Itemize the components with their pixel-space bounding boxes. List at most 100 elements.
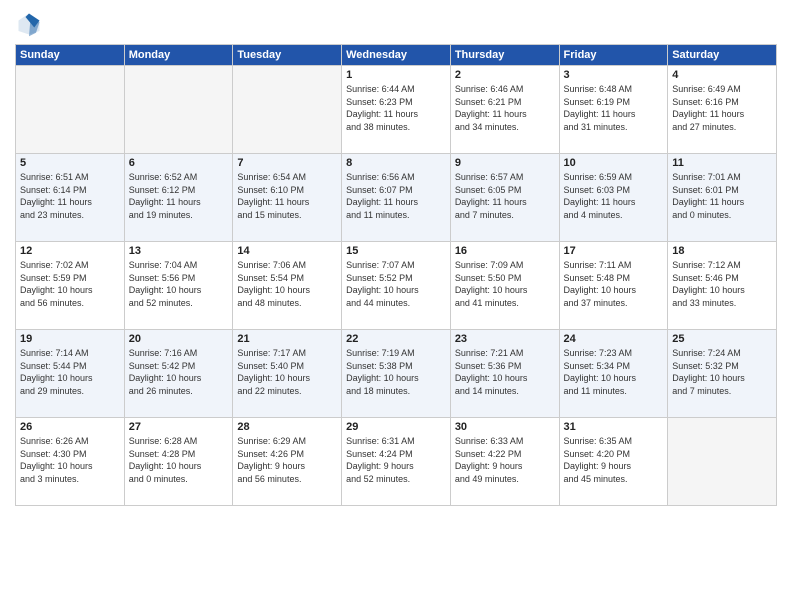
day-info: Sunrise: 6:48 AM Sunset: 6:19 PM Dayligh… [564, 83, 664, 133]
day-info: Sunrise: 6:46 AM Sunset: 6:21 PM Dayligh… [455, 83, 555, 133]
day-info: Sunrise: 7:16 AM Sunset: 5:42 PM Dayligh… [129, 347, 229, 397]
header [15, 10, 777, 38]
calendar: SundayMondayTuesdayWednesdayThursdayFrid… [15, 44, 777, 506]
day-info: Sunrise: 7:04 AM Sunset: 5:56 PM Dayligh… [129, 259, 229, 309]
day-number: 31 [564, 421, 664, 433]
day-cell [124, 66, 233, 154]
day-cell: 11 Sunrise: 7:01 AM Sunset: 6:01 PM Dayli… [668, 154, 777, 242]
day-number: 14 [237, 245, 337, 257]
day-cell: 15 Sunrise: 7:07 AM Sunset: 5:52 PM Dayli… [342, 242, 451, 330]
day-number: 20 [129, 333, 229, 345]
day-number: 13 [129, 245, 229, 257]
day-number: 1 [346, 69, 446, 81]
day-info: Sunrise: 7:02 AM Sunset: 5:59 PM Dayligh… [20, 259, 120, 309]
day-cell: 26 Sunrise: 6:26 AM Sunset: 4:30 PM Dayli… [16, 418, 125, 506]
day-info: Sunrise: 6:56 AM Sunset: 6:07 PM Dayligh… [346, 171, 446, 221]
day-number: 25 [672, 333, 772, 345]
day-number: 15 [346, 245, 446, 257]
day-number: 5 [20, 157, 120, 169]
day-cell: 13 Sunrise: 7:04 AM Sunset: 5:56 PM Dayli… [124, 242, 233, 330]
day-number: 3 [564, 69, 664, 81]
week-row: 19 Sunrise: 7:14 AM Sunset: 5:44 PM Dayli… [16, 330, 777, 418]
day-info: Sunrise: 7:07 AM Sunset: 5:52 PM Dayligh… [346, 259, 446, 309]
day-number: 8 [346, 157, 446, 169]
day-number: 2 [455, 69, 555, 81]
weekday-header: Sunday [16, 45, 125, 66]
day-cell: 31 Sunrise: 6:35 AM Sunset: 4:20 PM Dayli… [559, 418, 668, 506]
day-cell: 21 Sunrise: 7:17 AM Sunset: 5:40 PM Dayli… [233, 330, 342, 418]
day-number: 26 [20, 421, 120, 433]
day-number: 21 [237, 333, 337, 345]
day-cell: 6 Sunrise: 6:52 AM Sunset: 6:12 PM Daylig… [124, 154, 233, 242]
day-info: Sunrise: 7:09 AM Sunset: 5:50 PM Dayligh… [455, 259, 555, 309]
day-info: Sunrise: 6:44 AM Sunset: 6:23 PM Dayligh… [346, 83, 446, 133]
day-info: Sunrise: 6:26 AM Sunset: 4:30 PM Dayligh… [20, 435, 120, 485]
day-info: Sunrise: 6:51 AM Sunset: 6:14 PM Dayligh… [20, 171, 120, 221]
week-row: 12 Sunrise: 7:02 AM Sunset: 5:59 PM Dayli… [16, 242, 777, 330]
day-cell: 24 Sunrise: 7:23 AM Sunset: 5:34 PM Dayli… [559, 330, 668, 418]
day-cell: 2 Sunrise: 6:46 AM Sunset: 6:21 PM Daylig… [450, 66, 559, 154]
day-number: 12 [20, 245, 120, 257]
day-cell: 22Sunrise: 7:19 AM Sunset: 5:38 PM Dayli… [342, 330, 451, 418]
day-info: Sunrise: 7:11 AM Sunset: 5:48 PM Dayligh… [564, 259, 664, 309]
day-cell [16, 66, 125, 154]
day-cell: 20 Sunrise: 7:16 AM Sunset: 5:42 PM Dayli… [124, 330, 233, 418]
day-number: 9 [455, 157, 555, 169]
weekday-header-row: SundayMondayTuesdayWednesdayThursdayFrid… [16, 45, 777, 66]
day-cell: 29 Sunrise: 6:31 AM Sunset: 4:24 PM Dayli… [342, 418, 451, 506]
day-info: Sunrise: 7:12 AM Sunset: 5:46 PM Dayligh… [672, 259, 772, 309]
day-cell: 28Sunrise: 6:29 AM Sunset: 4:26 PM Dayli… [233, 418, 342, 506]
day-number: 18 [672, 245, 772, 257]
day-info: Sunrise: 7:21 AM Sunset: 5:36 PM Dayligh… [455, 347, 555, 397]
day-info: Sunrise: 7:01 AM Sunset: 6:01 PM Dayligh… [672, 171, 772, 221]
day-cell: 5 Sunrise: 6:51 AM Sunset: 6:14 PM Daylig… [16, 154, 125, 242]
day-cell: 14 Sunrise: 7:06 AM Sunset: 5:54 PM Dayli… [233, 242, 342, 330]
day-number: 24 [564, 333, 664, 345]
day-cell: 3 Sunrise: 6:48 AM Sunset: 6:19 PM Daylig… [559, 66, 668, 154]
day-info: Sunrise: 7:06 AM Sunset: 5:54 PM Dayligh… [237, 259, 337, 309]
week-row: 5 Sunrise: 6:51 AM Sunset: 6:14 PM Daylig… [16, 154, 777, 242]
day-cell: 1 Sunrise: 6:44 AM Sunset: 6:23 PM Daylig… [342, 66, 451, 154]
day-cell: 10Sunrise: 6:59 AM Sunset: 6:03 PM Dayli… [559, 154, 668, 242]
day-cell: 17 Sunrise: 7:11 AM Sunset: 5:48 PM Dayli… [559, 242, 668, 330]
weekday-header: Monday [124, 45, 233, 66]
day-number: 17 [564, 245, 664, 257]
day-info: Sunrise: 6:31 AM Sunset: 4:24 PM Dayligh… [346, 435, 446, 485]
day-number: 19 [20, 333, 120, 345]
day-number: 22 [346, 333, 446, 345]
day-info: Sunrise: 7:17 AM Sunset: 5:40 PM Dayligh… [237, 347, 337, 397]
day-number: 27 [129, 421, 229, 433]
day-number: 23 [455, 333, 555, 345]
weekday-header: Thursday [450, 45, 559, 66]
day-number: 6 [129, 157, 229, 169]
day-cell: 23 Sunrise: 7:21 AM Sunset: 5:36 PM Dayli… [450, 330, 559, 418]
day-info: Sunrise: 7:14 AM Sunset: 5:44 PM Dayligh… [20, 347, 120, 397]
day-cell: 16Sunrise: 7:09 AM Sunset: 5:50 PM Dayli… [450, 242, 559, 330]
day-info: Sunrise: 6:35 AM Sunset: 4:20 PM Dayligh… [564, 435, 664, 485]
day-number: 10 [564, 157, 664, 169]
day-cell: 8 Sunrise: 6:56 AM Sunset: 6:07 PM Daylig… [342, 154, 451, 242]
day-info: Sunrise: 6:33 AM Sunset: 4:22 PM Dayligh… [455, 435, 555, 485]
day-number: 29 [346, 421, 446, 433]
weekday-header: Wednesday [342, 45, 451, 66]
day-info: Sunrise: 7:24 AM Sunset: 5:32 PM Dayligh… [672, 347, 772, 397]
day-cell: 30 Sunrise: 6:33 AM Sunset: 4:22 PM Dayli… [450, 418, 559, 506]
day-cell: 27 Sunrise: 6:28 AM Sunset: 4:28 PM Dayli… [124, 418, 233, 506]
day-info: Sunrise: 6:49 AM Sunset: 6:16 PM Dayligh… [672, 83, 772, 133]
logo-icon [15, 10, 43, 38]
day-cell [233, 66, 342, 154]
week-row: 26 Sunrise: 6:26 AM Sunset: 4:30 PM Dayli… [16, 418, 777, 506]
day-info: Sunrise: 6:52 AM Sunset: 6:12 PM Dayligh… [129, 171, 229, 221]
weekday-header: Saturday [668, 45, 777, 66]
day-cell: 7Sunrise: 6:54 AM Sunset: 6:10 PM Daylig… [233, 154, 342, 242]
day-cell: 9Sunrise: 6:57 AM Sunset: 6:05 PM Daylig… [450, 154, 559, 242]
day-cell: 4 Sunrise: 6:49 AM Sunset: 6:16 PM Daylig… [668, 66, 777, 154]
day-number: 11 [672, 157, 772, 169]
day-number: 4 [672, 69, 772, 81]
day-info: Sunrise: 6:28 AM Sunset: 4:28 PM Dayligh… [129, 435, 229, 485]
day-info: Sunrise: 6:54 AM Sunset: 6:10 PM Dayligh… [237, 171, 337, 221]
day-cell: 19 Sunrise: 7:14 AM Sunset: 5:44 PM Dayli… [16, 330, 125, 418]
logo [15, 10, 47, 38]
day-info: Sunrise: 7:23 AM Sunset: 5:34 PM Dayligh… [564, 347, 664, 397]
day-number: 30 [455, 421, 555, 433]
